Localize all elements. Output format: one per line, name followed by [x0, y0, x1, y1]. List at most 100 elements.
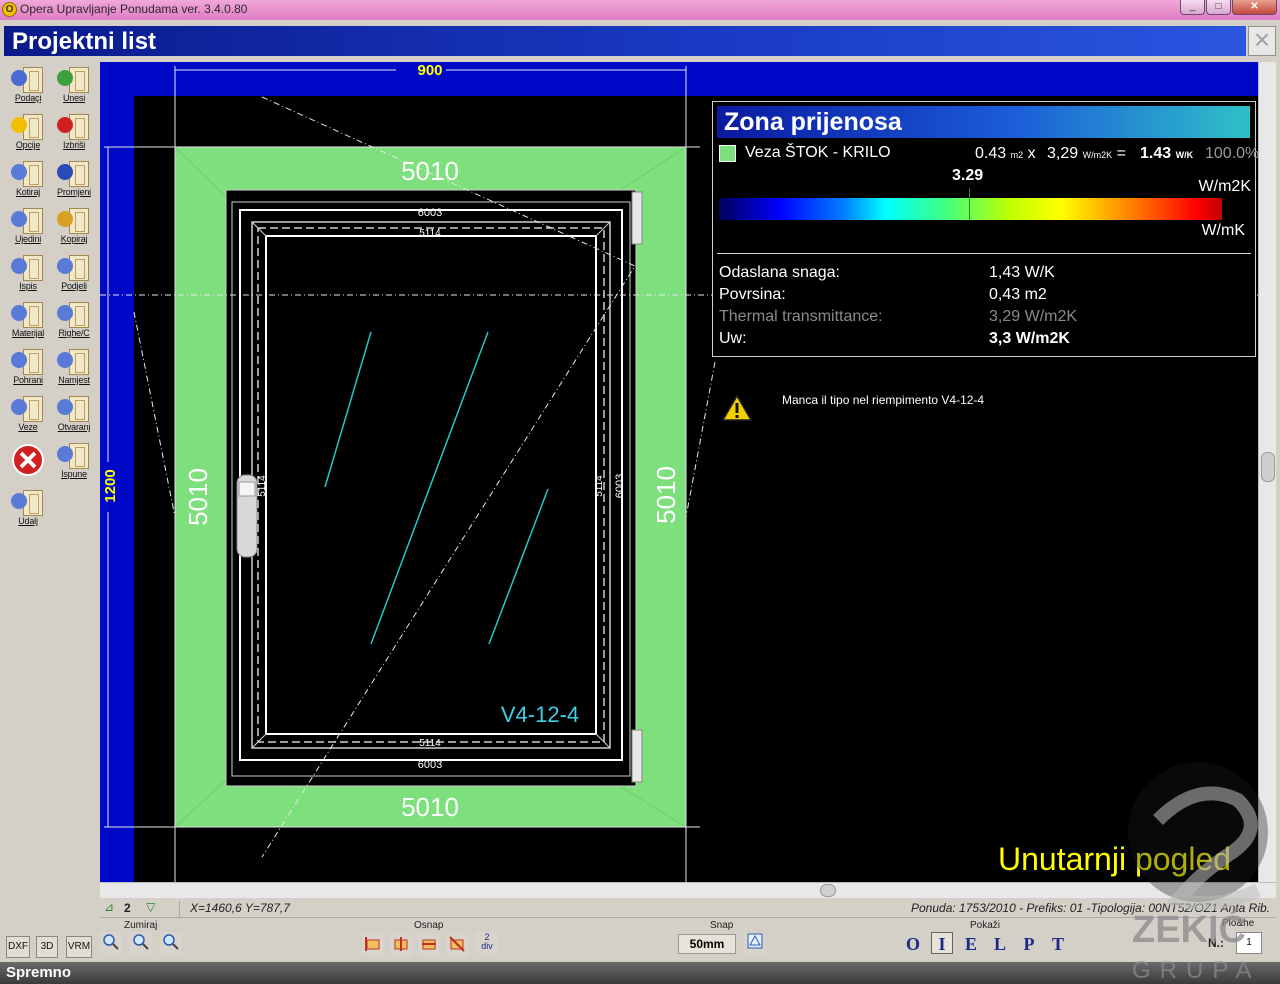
zone-swatch	[719, 145, 736, 162]
sash-right-code: 6003	[614, 474, 626, 498]
vrm-button[interactable]: VRM	[66, 936, 92, 958]
tool-label: Unesi	[62, 93, 85, 103]
show-option-o[interactable]: O	[902, 932, 924, 954]
tool-ispune[interactable]: Ispune	[52, 440, 96, 484]
hinge-top	[631, 191, 643, 245]
status-text: Spremno	[6, 964, 72, 981]
change-icon	[57, 161, 91, 187]
tool-opcije[interactable]: Opcije	[6, 111, 50, 155]
zoom-out-button[interactable]	[130, 932, 152, 954]
tool-label: Kopiraj	[60, 234, 88, 244]
snap-value[interactable]: 50mm	[678, 934, 736, 954]
adjust-icon	[57, 349, 91, 375]
horizontal-scroll-thumb[interactable]	[820, 884, 836, 897]
tool-veze[interactable]: Veze	[6, 393, 50, 437]
merge-icon	[11, 208, 45, 234]
zoom-in-button[interactable]	[100, 932, 122, 954]
tool-sidebar: Podaçi Unesi Opcije Izbriši Kotiraj Promjeni U…	[0, 60, 98, 900]
tool-kopiraj[interactable]: Kopiraj	[52, 205, 96, 249]
tool-kotiraj[interactable]: Kotiraj	[6, 158, 50, 202]
3d-button[interactable]: 3D	[36, 936, 58, 958]
tool-label: Kotiraj	[15, 187, 41, 197]
bead-bottom-code: 5114	[419, 738, 441, 749]
show-option-e[interactable]: E	[960, 932, 982, 954]
tool-label: Podjeli	[61, 281, 87, 291]
osnap-intersection-icon	[449, 936, 465, 952]
tool-label: Promjeni	[57, 187, 91, 197]
color-scale	[719, 198, 1222, 220]
zoom-fit-icon	[163, 934, 179, 950]
rotate-right-icon[interactable]: ▽	[146, 900, 155, 914]
number-field[interactable]: 1	[1236, 932, 1262, 954]
zone-percent: 100.0%	[1205, 145, 1260, 162]
sash-outline	[225, 189, 637, 787]
show-option-t[interactable]: T	[1047, 932, 1069, 954]
tool-namjest[interactable]: Namjest	[52, 346, 96, 390]
cursor-coordinates: X=1460,6 Y=787,7	[190, 901, 290, 915]
copy-icon	[57, 208, 91, 234]
vertical-scroll-thumb[interactable]	[1261, 452, 1275, 482]
rotation-value: 2	[124, 901, 131, 915]
tool-unesi[interactable]: Unesi	[52, 64, 96, 108]
osnap-midpoint-button[interactable]	[390, 934, 412, 956]
property-key: Thermal transmittance:	[719, 308, 883, 325]
horizontal-scrollbar[interactable]	[100, 882, 1276, 898]
osnap-center-button[interactable]	[418, 934, 440, 956]
minimize-button[interactable]: _	[1180, 0, 1205, 15]
dxf-button[interactable]: DXF	[6, 936, 30, 958]
zone-name: Veza ŠTOK - KRILO	[745, 144, 891, 161]
tool-label: Udalj	[18, 516, 38, 526]
tool-pohrani[interactable]: Pohrani	[6, 346, 50, 390]
property-key: Povrsina:	[719, 286, 786, 303]
show-option-l[interactable]: L	[989, 932, 1011, 954]
vertical-scrollbar[interactable]	[1258, 62, 1276, 884]
rotate-left-icon[interactable]: ⊿	[104, 900, 114, 914]
sash-top-code: 6003	[418, 207, 442, 219]
osnap-endpoint-button[interactable]	[362, 934, 384, 956]
tool-label: Izbriši	[62, 140, 86, 150]
tool-label: Ujedini	[14, 234, 42, 244]
maximize-button[interactable]: □	[1206, 0, 1231, 15]
tool-ujedini[interactable]: Ujedini	[6, 205, 50, 249]
osnap-group-label: Osnap	[414, 920, 444, 931]
tool-izbri-i[interactable]: Izbriši	[52, 111, 96, 155]
header-bar: Projektni list	[4, 26, 1246, 56]
zoom-group-label: Zumiraj	[124, 920, 158, 931]
tool-label: Otvaranj	[57, 422, 91, 432]
tool-label: Veze	[18, 422, 38, 432]
osnap-divide-button[interactable]: 2 div	[476, 932, 498, 954]
show-option-p[interactable]: P	[1018, 932, 1040, 954]
tool-promjeni[interactable]: Promjeni	[52, 158, 96, 202]
osnap-endpoint-icon	[365, 937, 380, 951]
number-label: N.:	[1208, 936, 1224, 950]
osnap-intersection-button[interactable]	[446, 934, 468, 956]
tool-udalj[interactable]: Udalj	[6, 487, 50, 531]
property-row: Uw: 3,3 W/m2K	[719, 330, 1239, 350]
show-option-i[interactable]: I	[931, 932, 953, 954]
tool-materijal[interactable]: Materijal	[6, 299, 50, 343]
transfer-zone-panel: Zona prijenosa Veza ŠTOK - KRILO 0.43 m2…	[712, 101, 1260, 357]
tool-righe-c[interactable]: Righe/C	[52, 299, 96, 343]
tool-label: Podaçi	[14, 93, 42, 103]
page-title: Projektni list	[12, 28, 157, 55]
zone-area: 0.43 m2 x	[975, 145, 1036, 162]
property-key: Odaslana snaga:	[719, 264, 840, 281]
tool-label: Opcije	[15, 140, 41, 150]
dimension-icon	[11, 161, 45, 187]
tool-label: Ispis	[19, 281, 37, 291]
close-project-button[interactable]: ×	[1248, 26, 1276, 56]
hinge-bottom	[631, 729, 643, 783]
tool-label: Pohrani	[13, 375, 43, 385]
tool-exit[interactable]	[6, 440, 50, 484]
ruler-icon	[11, 490, 45, 516]
tool-ispis[interactable]: Ispis	[6, 252, 50, 296]
tool-label: Materijal	[11, 328, 45, 338]
snap-toggle-button[interactable]	[744, 932, 766, 954]
tool-poda-i[interactable]: Podaçi	[6, 64, 50, 108]
close-window-button[interactable]: ✕	[1232, 0, 1277, 15]
tool-podjeli[interactable]: Podjeli	[52, 252, 96, 296]
tool-otvaranj[interactable]: Otvaranj	[52, 393, 96, 437]
zoom-fit-button[interactable]	[160, 932, 182, 954]
frame-top-code: 5010	[401, 156, 459, 186]
status-bar: Spremno	[0, 962, 1280, 984]
